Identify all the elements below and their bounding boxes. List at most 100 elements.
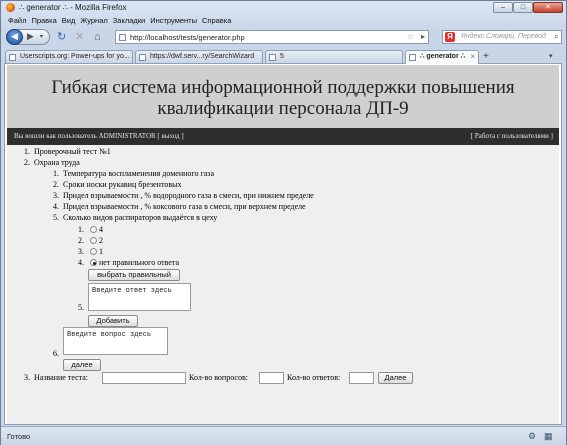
- question-number: 5.: [53, 213, 59, 222]
- page-favicon-icon: [119, 34, 126, 41]
- menu-edit[interactable]: Правка: [30, 15, 60, 27]
- login-prefix: Вы вошли как пользователь: [14, 132, 97, 140]
- search-bar[interactable]: Я Яндекс.Словари. Перевод ⌕: [442, 30, 562, 44]
- menu-bookmarks[interactable]: Закладки: [112, 15, 149, 27]
- question-text: Придел взрываемости , % коксового газа в…: [63, 202, 306, 211]
- page-title: Гибкая система информационной поддержки …: [51, 77, 515, 119]
- tab-bar: Userscripts.org: Power-ups for yo... htt…: [1, 49, 566, 64]
- search-icon[interactable]: ⌕: [554, 31, 559, 42]
- question-number: 4.: [53, 202, 59, 211]
- stop-icon[interactable]: ✕: [75, 31, 84, 43]
- answer-text: 4: [99, 225, 103, 234]
- reload-icon[interactable]: ↻: [57, 31, 66, 43]
- answer-radio[interactable]: [90, 226, 97, 233]
- test-name-label: Название теста:: [34, 373, 88, 382]
- answer-radio-selected[interactable]: [90, 259, 97, 266]
- go-arrow-icon[interactable]: ▸: [421, 32, 425, 41]
- site-header: Гибкая система информационной поддержки …: [7, 65, 559, 128]
- maximize-button[interactable]: □: [513, 2, 533, 13]
- back-forward-group: ◀ ▶ ▾: [6, 29, 50, 45]
- forward-button[interactable]: ▶: [27, 31, 34, 42]
- user-bar: Вы вошли как пользователь ADMINISTRATOR …: [7, 128, 559, 145]
- home-icon[interactable]: ⌂: [94, 31, 101, 43]
- tab-close-icon[interactable]: ×: [470, 51, 475, 63]
- tab-searchwizard[interactable]: https://dwf.serv...ry/SearchWizard: [135, 50, 263, 64]
- answer-radio[interactable]: [90, 248, 97, 255]
- choose-correct-button[interactable]: выбрать правильный: [88, 269, 180, 281]
- submit-button[interactable]: Далее: [378, 372, 413, 384]
- question-text: Температура воспламенения доменного газа: [63, 169, 215, 178]
- test-number: 3.: [24, 373, 30, 382]
- question-number: 3.: [53, 191, 59, 200]
- firefox-icon: [6, 3, 15, 12]
- question-text: Сроки носки рукавиц брезентовых: [63, 180, 182, 189]
- answers-count-label: Кол-во ответов:: [287, 373, 341, 382]
- menu-bar: Файл Правка Вид Журнал Закладки Инструме…: [1, 15, 566, 27]
- menu-history[interactable]: Журнал: [79, 15, 111, 27]
- answer-text: 1: [99, 247, 103, 256]
- menu-file[interactable]: Файл: [7, 15, 30, 27]
- answer-number: 4.: [78, 258, 84, 267]
- url-bar[interactable]: http://localhost/tests/generator.php ☆ ▸: [115, 30, 429, 44]
- tab-list-icon[interactable]: ▾: [549, 52, 553, 60]
- tab-favicon-icon: [139, 54, 146, 61]
- menu-tools[interactable]: Инструменты: [149, 15, 201, 27]
- yandex-logo-icon[interactable]: Я: [445, 32, 455, 42]
- tab-label: ∴ generator ∴: [420, 53, 466, 60]
- answer-text: нет правильного ответа: [99, 258, 180, 267]
- answer-radio[interactable]: [90, 237, 97, 244]
- tab-userscripts[interactable]: Userscripts.org: Power-ups for yo...: [5, 50, 133, 64]
- browser-window: ∴ generator ∴ - Mozilla Firefox – □ ✕ Фа…: [0, 0, 567, 445]
- tab-label: https://dwf.serv...ry/SearchWizard: [150, 53, 255, 60]
- question-number: 2.: [53, 180, 59, 189]
- answer-number: 5.: [78, 303, 84, 312]
- tab-generator[interactable]: ∴ generator ∴ ×: [405, 50, 479, 64]
- question-text: Придел взрываемости , % водородного газа…: [63, 191, 314, 200]
- minimize-button[interactable]: –: [493, 2, 513, 13]
- history-dropdown-icon[interactable]: ▾: [40, 33, 43, 40]
- answer-number: 1.: [78, 225, 84, 234]
- question-number: 1.: [53, 169, 59, 178]
- tab-favicon-icon: [9, 54, 16, 61]
- questions-count-input[interactable]: [259, 372, 284, 384]
- menu-help[interactable]: Справка: [201, 15, 235, 27]
- answer-number: 2.: [78, 236, 84, 245]
- next-button[interactable]: далее: [63, 359, 101, 371]
- test-number: 2.: [24, 158, 30, 167]
- question-number: 6.: [53, 349, 59, 358]
- menu-view[interactable]: Вид: [61, 15, 80, 27]
- title-bar: ∴ generator ∴ - Mozilla Firefox – □ ✕: [1, 1, 566, 15]
- navigation-toolbar: ◀ ▶ ▾ ↻ ✕ ⌂ http://localhost/tests/gener…: [1, 27, 566, 47]
- url-text[interactable]: http://localhost/tests/generator.php: [130, 33, 245, 42]
- close-button[interactable]: ✕: [533, 2, 563, 13]
- window-title: ∴ generator ∴ - Mozilla Firefox: [19, 3, 127, 12]
- new-tab-icon[interactable]: +: [483, 51, 489, 62]
- login-info: Вы вошли как пользователь ADMINISTRATOR …: [14, 132, 184, 140]
- test-number: 1.: [24, 147, 30, 156]
- username: ADMINISTRATOR: [98, 132, 156, 140]
- tab-label: 5: [280, 53, 284, 60]
- question-text: Сколько видов распираторов выдаётся в це…: [63, 213, 218, 222]
- search-input[interactable]: Яндекс.Словари. Перевод: [461, 33, 546, 40]
- status-text: Готово: [7, 432, 31, 441]
- tab-favicon-icon: [269, 54, 276, 61]
- tab-5[interactable]: 5: [265, 50, 403, 64]
- bookmark-star-icon[interactable]: ☆: [407, 32, 414, 41]
- test-name[interactable]: Охрана труда: [34, 158, 80, 168]
- back-button[interactable]: ◀: [6, 29, 23, 45]
- users-management-link[interactable]: [ Работа с пользователями ]: [471, 132, 553, 140]
- answer-number: 3.: [78, 247, 84, 256]
- answer-textarea[interactable]: Введите ответ здесь: [88, 283, 191, 311]
- test-name-input[interactable]: [102, 372, 186, 384]
- add-answer-button[interactable]: Добавить: [88, 315, 138, 327]
- addon-bar-icon[interactable]: ▦: [544, 431, 553, 442]
- answers-count-input[interactable]: [349, 372, 374, 384]
- status-bar: Готово ⚙ ▦: [1, 426, 566, 445]
- addon-gear-icon[interactable]: ⚙: [528, 431, 536, 442]
- tab-label: Userscripts.org: Power-ups for yo...: [20, 53, 130, 60]
- logout-link[interactable]: [ выход ]: [157, 132, 183, 140]
- tab-favicon-icon: [409, 54, 416, 61]
- question-textarea[interactable]: Введите вопрос здесь: [63, 327, 168, 355]
- questions-count-label: Кол-во вопросов:: [189, 373, 248, 382]
- test-name[interactable]: Проверочный тест №1: [34, 147, 111, 157]
